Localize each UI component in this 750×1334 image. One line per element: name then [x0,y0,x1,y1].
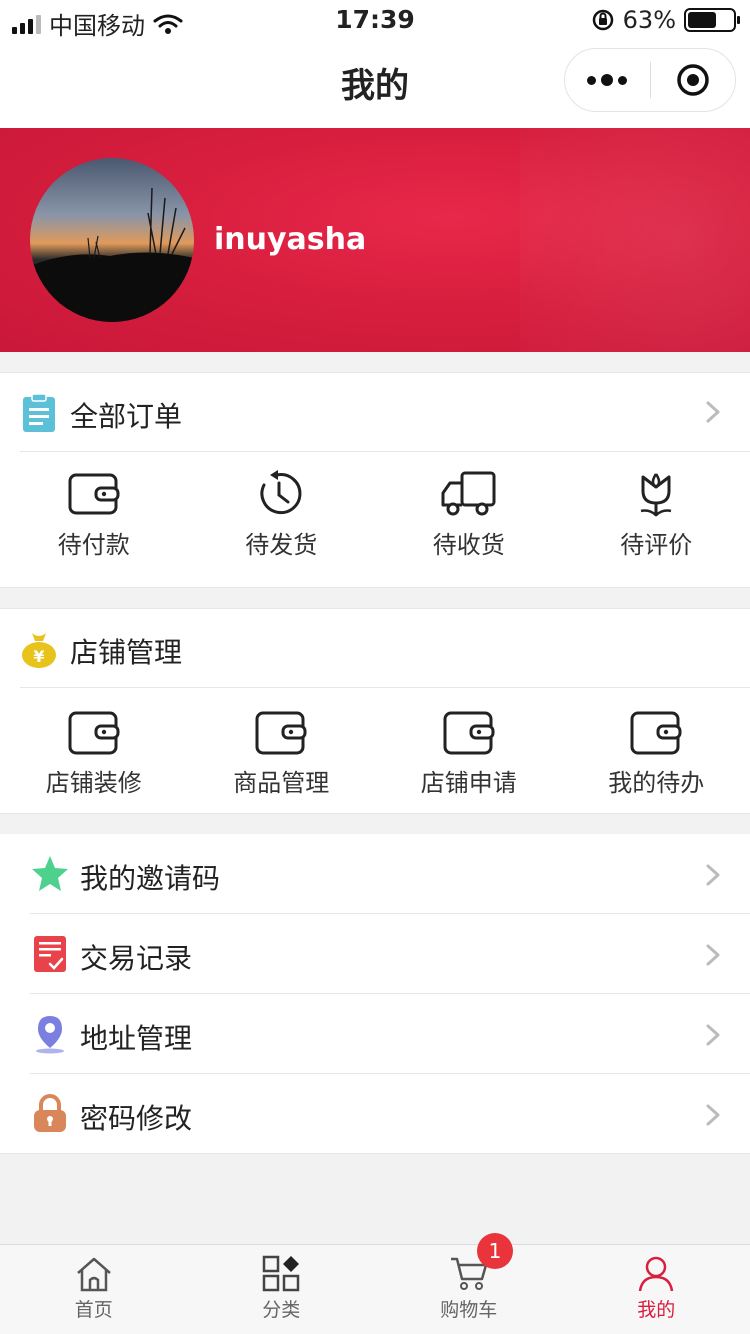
tab-category[interactable]: 分类 [188,1245,376,1334]
battery-percent: 63% [622,6,676,34]
chevron-right-icon [706,1104,720,1126]
divider [0,1153,750,1154]
status-bar: 中国移动 17:39 63% [0,0,750,40]
menu-item-invite-code[interactable]: 我的邀请码 [0,834,750,914]
username: inuyasha [214,222,367,257]
store-item-label: 商品管理 [233,769,330,797]
settings-menu: 我的邀请码 交易记录 地址管理 密码修改 [0,834,750,1154]
chevron-right-icon [706,401,720,423]
store-grid: 店铺装修 商品管理 店铺申请 我的待办 [0,687,750,798]
store-decoration[interactable]: 店铺装修 [0,709,188,798]
wallet-icon [255,711,307,755]
avatar[interactable] [30,158,194,322]
star-icon [32,856,68,891]
store-item-label: 店铺申请 [420,769,517,797]
svg-text:¥: ¥ [33,647,44,666]
menu-item-label: 地址管理 [80,1022,193,1055]
more-button[interactable] [565,74,650,86]
tab-bar: 首页 分类 购物车 1 我的 [0,1233,750,1334]
all-orders-label: 全部订单 [70,400,183,433]
order-status-label: 待评价 [620,531,693,559]
tab-label: 首页 [74,1299,113,1321]
tab-mine[interactable]: 我的 [563,1245,750,1334]
status-right: 63% [591,6,740,34]
menu-item-password[interactable]: 密码修改 [0,1074,750,1154]
divider [20,687,750,688]
home-icon [76,1257,111,1292]
tab-home[interactable]: 首页 [0,1245,188,1334]
wallet-icon [68,473,120,515]
menu-item-label: 交易记录 [80,942,193,975]
flower-icon [640,473,672,517]
tab-label: 购物车 [440,1299,498,1321]
cart-badge: 1 [477,1233,513,1269]
store-card: ¥ 店铺管理 店铺装修 商品管理 店铺申请 我的待办 [0,608,750,814]
miniprogram-capsule [564,48,736,112]
product-management[interactable]: 商品管理 [188,709,376,798]
chevron-right-icon [706,864,720,886]
orders-card: 全部订单 待付款 待发货 待收货 待评价 [0,372,750,588]
menu-item-label: 我的邀请码 [80,862,221,895]
order-pending-review[interactable]: 待评价 [563,469,750,560]
clipboard-icon [23,393,55,432]
menu-item-transactions[interactable]: 交易记录 [0,914,750,994]
divider [20,451,750,452]
avatar-image [30,187,194,322]
lock-icon [34,1094,66,1132]
order-pending-receipt[interactable]: 待收货 [375,469,563,560]
profile-banner: inuyasha [0,128,750,352]
order-pending-shipment[interactable]: 待发货 [188,469,376,560]
menu-item-address[interactable]: 地址管理 [0,994,750,1074]
wallet-icon [630,711,682,755]
all-orders-row[interactable]: 全部订单 [0,373,750,451]
tab-label: 分类 [262,1299,301,1321]
chevron-right-icon [706,944,720,966]
close-button[interactable] [651,62,736,98]
tab-label: 我的 [637,1299,676,1321]
store-application[interactable]: 店铺申请 [375,709,563,798]
order-pending-payment[interactable]: 待付款 [0,469,188,560]
store-item-label: 店铺装修 [45,769,142,797]
order-status-label: 待收货 [432,531,505,559]
battery-icon [684,8,740,32]
truck-icon [441,471,496,516]
store-item-label: 我的待办 [608,769,705,797]
tab-cart[interactable]: 购物车 1 [375,1233,563,1334]
chevron-right-icon [706,1024,720,1046]
category-icon [263,1255,300,1292]
target-icon [677,64,709,96]
menu-item-label: 密码修改 [80,1102,193,1135]
receipt-icon [34,936,66,972]
store-manage-header: ¥ 店铺管理 [0,609,750,687]
money-bag-icon: ¥ [22,633,56,668]
wallet-icon [68,711,120,755]
clock-icon [260,470,302,515]
order-status-label: 待发货 [245,531,318,559]
wallet-icon [443,711,495,755]
location-icon [36,1016,64,1054]
nav-bar: 我的 [0,40,750,128]
order-status-label: 待付款 [57,531,130,559]
my-todos[interactable]: 我的待办 [563,709,750,798]
store-manage-label: 店铺管理 [70,636,183,669]
rotation-lock-icon [592,9,613,31]
order-status-grid: 待付款 待发货 待收货 待评价 [0,451,750,560]
user-icon [639,1256,674,1292]
